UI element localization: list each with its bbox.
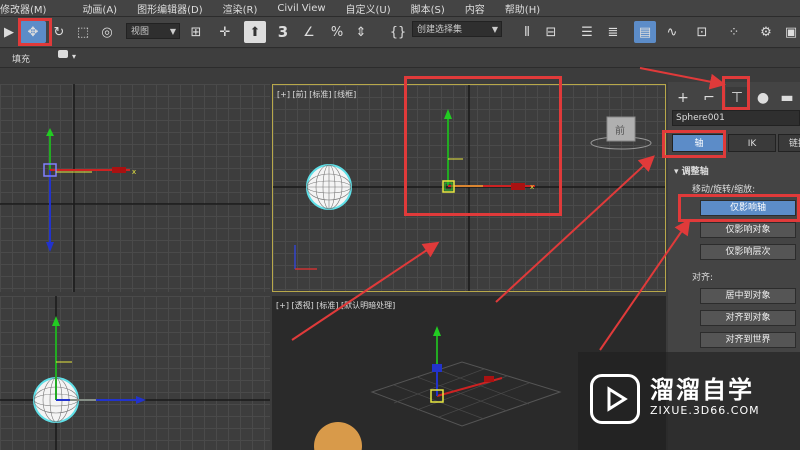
watermark-logo-icon [590, 374, 640, 424]
reference-coordinate-value: 视图 [131, 27, 150, 37]
menu-graph-editors[interactable]: 图形编辑器(D) [137, 1, 203, 16]
select-place-icon[interactable]: ◎ [98, 21, 116, 43]
align-label: 对齐: [692, 273, 714, 283]
mirror-icon[interactable]: ⫴ [518, 21, 536, 43]
ribbon-fill-label[interactable]: 填充 [12, 52, 30, 65]
watermark: 溜溜自学 ZIXUE.3D66.COM [578, 352, 800, 450]
keyboard-shortcut-override-icon[interactable]: ⬆ [244, 21, 266, 43]
highlight-pivot-tab [662, 130, 726, 158]
center-to-object-label: 居中到对象 [725, 291, 771, 301]
main-toolbar: ▶ ✥ ↻ ⬚ ◎ 视图 ▼ ⊞ ✛ ⬆ 3 ∠ % ⇕ {} 创建选择集 ▼ ⫴ … [0, 17, 800, 48]
chevron-down-icon: ▼ [169, 27, 176, 36]
tab-link-info-label: 链接 [788, 139, 800, 149]
rollout-toggle-icon: ▾ [674, 167, 682, 177]
svg-text:x: x [132, 168, 136, 176]
schematic-view-icon[interactable]: ⊡ [692, 21, 712, 43]
create-tab-icon[interactable]: + [672, 87, 694, 109]
align-to-world-button[interactable]: 对齐到世界 [700, 332, 796, 348]
align-to-object-button[interactable]: 对齐到对象 [700, 310, 796, 326]
highlight-move-tool [18, 18, 52, 46]
menu-rendering[interactable]: 渲染(R) [223, 1, 258, 16]
tab-ik-label: IK [747, 139, 757, 149]
menu-bar: 修改器(M) 动画(A) 图形编辑器(D) 渲染(R) Civil View 自… [0, 0, 800, 17]
rollout-adjust-pivot[interactable]: ▾ 调整轴 [674, 164, 709, 177]
viewport-left-scene [0, 296, 270, 450]
menu-help[interactable]: 帮助(H) [505, 1, 540, 16]
named-selection-set-value: 创建选择集 [417, 25, 463, 35]
pivot-center-icon[interactable]: ⊞ [186, 21, 206, 43]
align-to-object-label: 对齐到对象 [725, 313, 771, 323]
chevron-down-icon: ▼ [491, 25, 498, 34]
menu-modifiers[interactable]: 修改器(M) [0, 1, 46, 16]
menu-animation[interactable]: 动画(A) [82, 1, 117, 16]
snap-toggle-icon[interactable]: 3 [274, 21, 292, 43]
viewport-left[interactable] [0, 296, 270, 450]
spinner-snap-icon[interactable]: ⇕ [352, 21, 370, 43]
chevron-down-icon[interactable]: ▾ [72, 52, 76, 61]
affect-hierarchy-only-label: 仅影响层次 [725, 247, 771, 257]
align-icon[interactable]: ⊟ [542, 21, 560, 43]
watermark-url: ZIXUE.3D66.COM [650, 404, 760, 417]
rollout-adjust-pivot-title: 调整轴 [681, 167, 709, 177]
align-to-world-label: 对齐到世界 [725, 335, 771, 345]
percent-snap-icon[interactable]: % [328, 21, 346, 43]
affect-object-only-button[interactable]: 仅影响对象 [700, 222, 796, 238]
viewcube-face-label[interactable]: 前 [615, 124, 625, 137]
watermark-title: 溜溜自学 [650, 376, 754, 404]
edit-named-selection-icon[interactable]: {} [388, 21, 408, 43]
center-to-object-button[interactable]: 居中到对象 [700, 288, 796, 304]
display-tab-icon[interactable]: ▬ [776, 87, 798, 109]
object-name-value: Sphere001 [676, 113, 725, 123]
angle-snap-icon[interactable]: ∠ [300, 21, 318, 43]
affect-object-only-label: 仅影响对象 [725, 225, 771, 235]
material-editor-icon[interactable]: ⁘ [724, 21, 744, 43]
motion-tab-icon[interactable]: ● [752, 87, 774, 109]
object-name-field[interactable]: Sphere001 [672, 110, 800, 126]
affect-hierarchy-only-button[interactable]: 仅影响层次 [700, 244, 796, 260]
render-setup-icon[interactable]: ⚙ [756, 21, 776, 43]
viewport-top[interactable]: x [0, 84, 270, 292]
reference-coordinate-dropdown[interactable]: 视图 ▼ [126, 23, 180, 39]
highlight-gizmo [404, 76, 562, 216]
snap-toggle-label: 3 [277, 23, 289, 41]
ribbon-toggle-icon[interactable] [58, 50, 68, 58]
menu-scripting[interactable]: 脚本(S) [411, 1, 445, 16]
highlight-affect-pivot-only [678, 194, 800, 222]
layer-explorer-icon[interactable]: ≣ [604, 21, 622, 43]
select-manipulate-icon[interactable]: ✛ [214, 21, 236, 43]
rendered-frame-icon[interactable]: ▣ [782, 21, 800, 43]
tab-ik[interactable]: IK [728, 134, 776, 152]
select-and-rotate-icon[interactable]: ↻ [50, 21, 68, 43]
menu-customize[interactable]: 自定义(U) [346, 1, 391, 16]
scene-explorer-icon[interactable]: ☰ [578, 21, 596, 43]
tab-link-info[interactable]: 链接 [778, 134, 800, 152]
curve-editor-icon[interactable]: ∿ [662, 21, 682, 43]
modify-tab-icon[interactable]: ⌐ [698, 87, 720, 109]
ribbon-bar: 填充 ▾ [0, 49, 800, 68]
select-object-icon[interactable]: ▶ [2, 21, 16, 43]
select-and-scale-icon[interactable]: ⬚ [72, 21, 94, 43]
named-selection-set-dropdown[interactable]: 创建选择集 ▼ [412, 21, 502, 37]
viewport-top-scene: x [0, 84, 270, 292]
highlight-hierarchy-tab [722, 76, 750, 110]
ribbon-toggle-icon[interactable]: ▤ [634, 21, 656, 43]
menu-content[interactable]: 内容 [465, 1, 485, 16]
menu-civil-view[interactable]: Civil View [277, 3, 325, 14]
